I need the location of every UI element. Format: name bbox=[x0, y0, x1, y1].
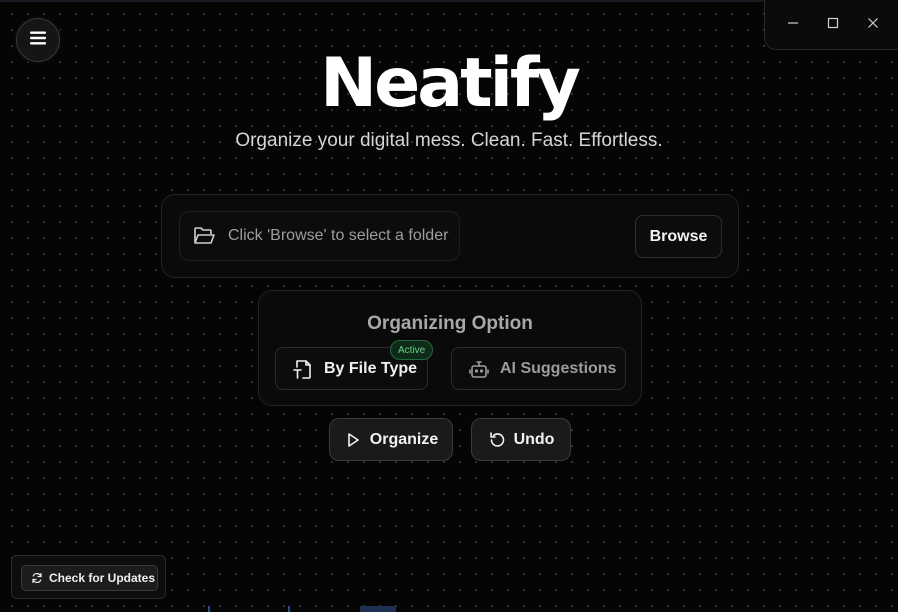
minimize-button[interactable] bbox=[779, 11, 807, 39]
folder-path-placeholder: Click 'Browse' to select a folder bbox=[228, 227, 449, 244]
folder-path-display[interactable]: Click 'Browse' to select a folder bbox=[179, 211, 460, 261]
maximize-icon bbox=[827, 16, 839, 34]
app-subtitle: Organize your digital mess. Clean. Fast.… bbox=[235, 130, 663, 151]
updates-panel: Check for Updates bbox=[11, 555, 166, 599]
browse-button[interactable]: Browse bbox=[635, 215, 722, 258]
robot-icon bbox=[468, 358, 490, 380]
organize-button[interactable]: Organize bbox=[329, 418, 453, 461]
option-label: AI Suggestions bbox=[500, 359, 617, 377]
refresh-icon bbox=[31, 572, 43, 584]
options-title: Organizing Option bbox=[367, 313, 533, 334]
maximize-button[interactable] bbox=[819, 11, 847, 39]
play-icon bbox=[344, 431, 362, 449]
undo-icon bbox=[488, 431, 506, 449]
app-window: Neatify Organize your digital mess. Clea… bbox=[0, 0, 898, 612]
close-icon bbox=[867, 16, 879, 34]
minimize-icon bbox=[787, 16, 799, 34]
folder-selector-card: Click 'Browse' to select a folder Browse bbox=[161, 194, 739, 278]
check-for-updates-button[interactable]: Check for Updates bbox=[21, 565, 158, 591]
undo-button[interactable]: Undo bbox=[471, 418, 571, 461]
taskbar-edge bbox=[200, 606, 400, 612]
organize-label: Organize bbox=[369, 430, 439, 448]
active-badge: Active bbox=[390, 340, 434, 360]
close-button[interactable] bbox=[859, 11, 887, 39]
folder-open-icon bbox=[192, 224, 216, 248]
file-type-icon bbox=[292, 358, 314, 380]
window-controls bbox=[764, 0, 898, 50]
option-ai-suggestions[interactable]: AI Suggestions bbox=[451, 347, 626, 390]
option-label: By File Type bbox=[324, 359, 418, 377]
app-title: Neatify bbox=[320, 44, 581, 123]
organizing-options-card: Organizing Option By File Type Active AI… bbox=[258, 290, 642, 406]
undo-label: Undo bbox=[513, 430, 555, 448]
updates-label: Check for Updates bbox=[49, 571, 156, 585]
